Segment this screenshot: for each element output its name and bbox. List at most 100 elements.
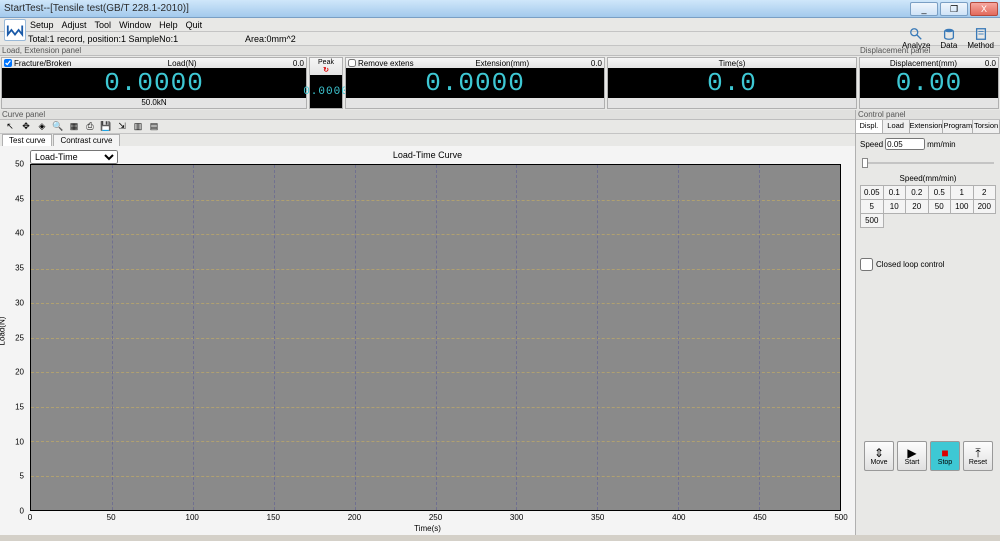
start-button[interactable]: ▶Start [897,441,927,471]
speed-preset-cell[interactable]: 500 [861,214,884,228]
close-button[interactable]: X [970,2,998,16]
save-tool-icon[interactable]: 💾 [100,121,112,133]
menu-bar: Setup Adjust Tool Window Help Quit [0,18,1000,32]
menu-setup[interactable]: Setup [30,20,54,30]
fracture-checkbox[interactable] [4,59,12,67]
cursor-tool-icon[interactable]: ↖ [4,121,16,133]
app-logo [4,19,26,41]
menu-window[interactable]: Window [119,20,151,30]
remove-extens-checkbox[interactable] [348,59,356,67]
chart-canvas[interactable] [30,164,841,511]
menu-help[interactable]: Help [159,20,178,30]
tab-load[interactable]: Load [883,120,910,133]
speed-unit: mm/min [927,140,955,149]
peak-reset-icon[interactable]: ↻ [323,66,329,74]
speed-input[interactable] [885,138,925,150]
method-button[interactable]: Method [967,27,994,50]
chart-title: Load-Time Curve [0,150,855,160]
tab-program[interactable]: Program [943,120,973,133]
zoom-tool-icon[interactable]: 🔍 [52,121,64,133]
export-tool-icon[interactable]: ⇲ [116,121,128,133]
speed-preset-cell[interactable]: 0.5 [929,186,952,200]
speed-presets-header: Speed(mm/min) [860,174,996,183]
control-tabs: Displ. Load Extension Program Torsion [856,120,1000,134]
control-panel: Control panel Displ. Load Extension Prog… [856,110,1000,535]
speed-preset-cell[interactable]: 5 [861,200,884,214]
speed-preset-cell[interactable]: 0.1 [884,186,907,200]
load-value: 0.0000 [2,68,306,98]
speed-preset-cell[interactable]: 0.2 [906,186,929,200]
speed-slider[interactable] [860,156,996,170]
misc-tool-1-icon[interactable]: ▥ [132,121,144,133]
move-button[interactable]: ⇕Move [864,441,894,471]
title-bar: StartTest--[Tensile test(GB/T 228.1-2010… [0,0,1000,18]
speed-preset-cell[interactable]: 2 [974,186,997,200]
curve-panel: Curve panel ↖ ✥ ◈ 🔍 ▦ ⎙ 💾 ⇲ ▥ ▤ Test cur… [0,110,856,535]
x-tick-label: 400 [672,513,685,522]
point-tool-icon[interactable]: ◈ [36,121,48,133]
y-tick-label: 5 [20,472,24,481]
maximize-button[interactable]: ❐ [940,2,968,16]
x-tick-label: 450 [753,513,766,522]
play-icon: ▶ [907,447,916,459]
window-title: StartTest--[Tensile test(GB/T 228.1-2010… [0,3,910,14]
curve-tabs: Test curve Contrast curve [0,134,855,146]
x-tick-label: 0 [28,513,32,522]
closed-loop-checkbox[interactable] [860,258,873,271]
minimize-button[interactable]: _ [910,2,938,16]
load-display: Fracture/Broken Load(N) 0.0 0.0000 50.0k… [1,57,307,109]
x-tick-label: 100 [186,513,199,522]
speed-presets-grid: 0.050.10.20.512 5102050100200 500 [860,185,996,228]
reset-button[interactable]: ⤒Reset [963,441,993,471]
move-tool-icon[interactable]: ✥ [20,121,32,133]
speed-preset-cell[interactable]: 10 [884,200,907,214]
stop-button[interactable]: ■Stop [930,441,960,471]
displays-row: Fracture/Broken Load(N) 0.0 0.0000 50.0k… [0,56,1000,110]
peak-display: Peak↻ 0.0000 [309,57,343,109]
menu-adjust[interactable]: Adjust [62,20,87,30]
x-axis-label: Time(s) [0,524,855,533]
speed-preset-cell[interactable]: 50 [929,200,952,214]
speed-preset-cell[interactable]: 100 [951,200,974,214]
tab-test-curve[interactable]: Test curve [2,134,52,146]
closed-loop-label: Closed loop control [876,260,944,269]
speed-label: Speed [860,140,883,149]
speed-preset-cell[interactable]: 20 [906,200,929,214]
record-status: Total:1 record, position:1 SampleNo:1 [28,34,178,44]
time-display: Time(s) 0.0 [607,57,857,109]
chart-type-select[interactable]: Load-Time [30,150,118,164]
grid-tool-icon[interactable]: ▦ [68,121,80,133]
extension-display: Remove extens Extension(mm) 0.0 0.0000 [345,57,605,109]
y-axis-label: Load(N) [0,316,7,345]
tab-torsion[interactable]: Torsion [973,120,1000,133]
y-tick-label: 30 [15,298,24,307]
x-tick-label: 350 [591,513,604,522]
x-tick-label: 150 [267,513,280,522]
speed-preset-cell[interactable]: 1 [951,186,974,200]
tab-displ[interactable]: Displ. [856,120,883,133]
speed-preset-cell[interactable]: 200 [974,200,997,214]
move-icon: ⇕ [874,447,884,459]
y-tick-label: 45 [15,194,24,203]
y-tick-label: 15 [15,402,24,411]
plot-area: Load-Time Load-Time Curve 05101520253035… [0,146,855,535]
peak-value: 0.0000 [310,75,342,108]
speed-preset-cell[interactable]: 0.05 [861,186,884,200]
reset-icon: ⤒ [975,447,980,459]
y-tick-label: 10 [15,437,24,446]
time-value: 0.0 [608,68,856,98]
x-tick-label: 50 [107,513,116,522]
menu-tool[interactable]: Tool [95,20,112,30]
tab-extension[interactable]: Extension [910,120,944,133]
y-tick-label: 35 [15,264,24,273]
curve-toolbar: ↖ ✥ ◈ 🔍 ▦ ⎙ 💾 ⇲ ▥ ▤ [0,120,855,134]
analyze-button[interactable]: Analyze [902,27,930,50]
extension-value: 0.0000 [346,68,604,98]
menu-quit[interactable]: Quit [186,20,203,30]
misc-tool-2-icon[interactable]: ▤ [148,121,160,133]
data-button[interactable]: Data [940,27,957,50]
x-tick-label: 200 [348,513,361,522]
tab-contrast-curve[interactable]: Contrast curve [53,134,119,146]
print-tool-icon[interactable]: ⎙ [84,121,96,133]
y-tick-label: 50 [15,160,24,169]
